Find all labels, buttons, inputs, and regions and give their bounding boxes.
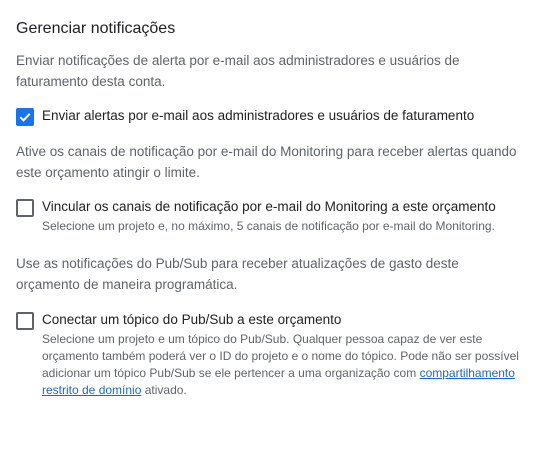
email-alerts-option[interactable]: Enviar alertas por e-mail aos administra… [16, 106, 534, 126]
monitoring-text: Vincular os canais de notificação por e-… [42, 197, 496, 235]
email-alerts-checkbox[interactable] [16, 108, 34, 126]
email-alerts-text: Enviar alertas por e-mail aos administra… [42, 106, 474, 126]
manage-notifications-panel: Gerenciar notificações Enviar notificaçõ… [0, 0, 534, 456]
pubsub-label: Conectar um tópico do Pub/Sub a este orç… [42, 312, 342, 327]
pubsub-sub: Selecione um projeto e um tópico do Pub/… [42, 331, 520, 399]
checkmark-icon [19, 113, 31, 122]
monitoring-option[interactable]: Vincular os canais de notificação por e-… [16, 197, 534, 235]
monitoring-description: Ative os canais de notificação por e-mai… [16, 144, 517, 180]
pubsub-option[interactable]: Conectar um tópico do Pub/Sub a este orç… [16, 310, 534, 399]
email-alerts-label: Enviar alertas por e-mail aos administra… [42, 108, 475, 123]
section-description: Enviar notificações de alerta por e-mail… [16, 53, 460, 89]
pubsub-checkbox[interactable] [16, 312, 34, 330]
pubsub-description: Use as notificações do Pub/Sub para rece… [16, 256, 459, 292]
section-title: Gerenciar notificações [16, 20, 176, 37]
monitoring-sub: Selecione um projeto e, no máximo, 5 can… [42, 219, 495, 233]
monitoring-label: Vincular os canais de notificação por e-… [42, 199, 496, 214]
monitoring-checkbox[interactable] [16, 199, 34, 217]
pubsub-text: Conectar um tópico do Pub/Sub a este orç… [42, 310, 520, 399]
pubsub-sub-suffix: ativado. [141, 383, 187, 397]
